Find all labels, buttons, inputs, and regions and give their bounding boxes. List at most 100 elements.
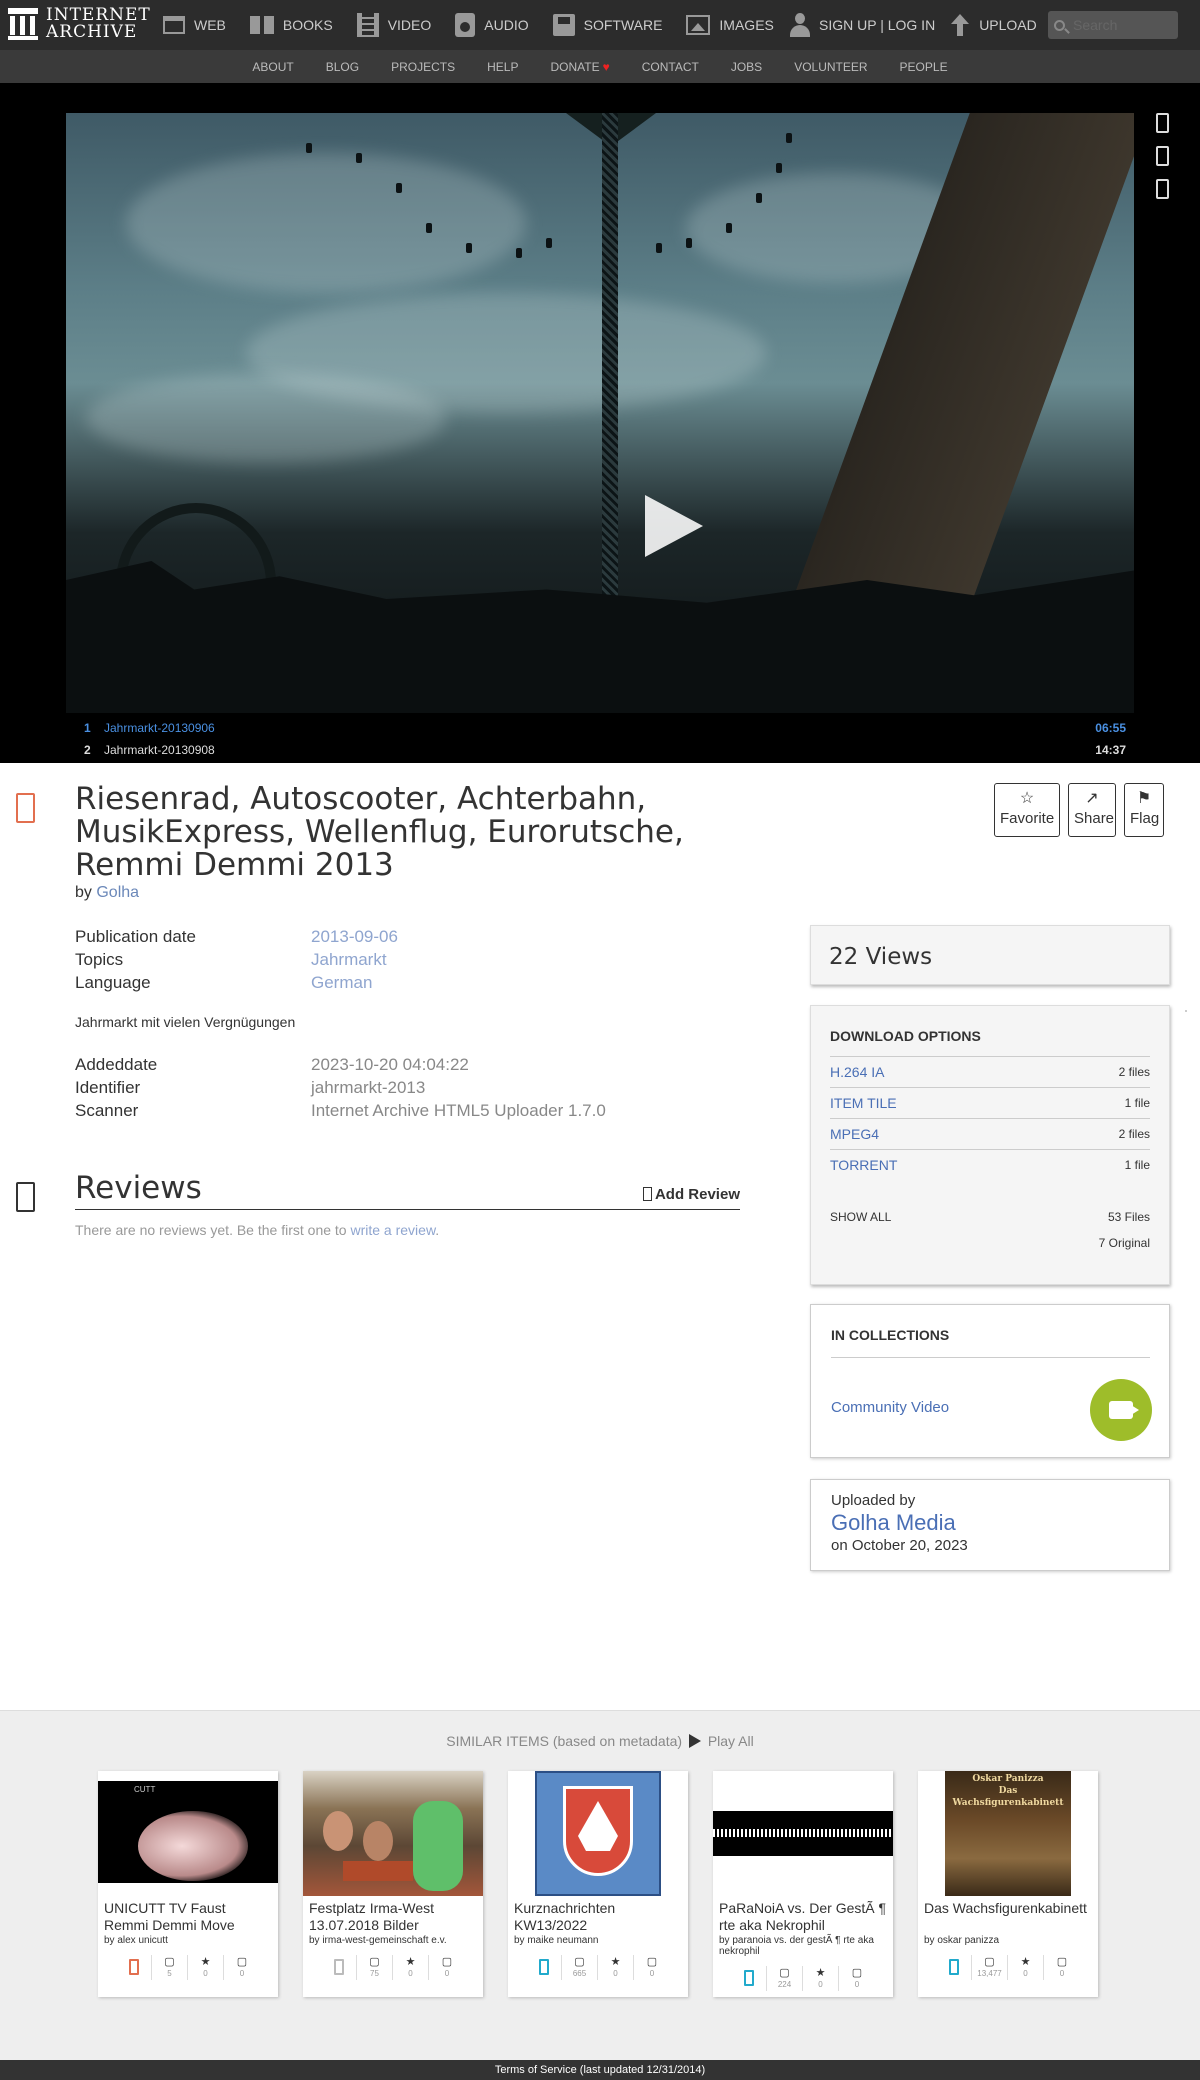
reviews-title: Reviews [75, 1170, 202, 1206]
download-row[interactable]: TORRENT 1 file [830, 1149, 1150, 1180]
download-format[interactable]: TORRENT [830, 1157, 897, 1173]
star-icon: ☆ [1019, 790, 1035, 807]
metadata-key: Topics [75, 950, 124, 969]
write-review-link[interactable]: write a review [350, 1222, 435, 1238]
heart-icon: ♥ [602, 59, 610, 74]
reviews-count: 0 [239, 1969, 245, 1978]
download-file-count: 1 file [1124, 1158, 1150, 1172]
views-count: 665 [572, 1969, 587, 1978]
uploaded-by-label: Uploaded by [831, 1492, 916, 1509]
search-icon[interactable] [1054, 19, 1065, 31]
similar-item-card[interactable]: CUTT UNICUTT TV Faust Remmi Demmi Move b… [98, 1771, 278, 1997]
playlist-item-number: 1 [84, 720, 91, 735]
publication-date-link[interactable]: 2013-09-06 [311, 925, 398, 948]
share-button[interactable]: ↗ Share [1068, 783, 1116, 837]
favorites-icon: ★ [405, 1956, 416, 1968]
search-input[interactable] [1073, 17, 1163, 33]
metadata-list: Publication date 2013-09-06 Topics Jahrmar… [75, 925, 755, 994]
subnav-contact[interactable]: CONTACT [642, 60, 699, 74]
favorites-icon: ★ [1020, 1956, 1031, 1968]
nav-web[interactable]: WEB [163, 16, 226, 34]
views-icon: ▢ [984, 1956, 995, 1968]
playlist-item-title: Jahrmarkt-20130908 [104, 743, 215, 757]
download-format[interactable]: MPEG4 [830, 1126, 879, 1142]
uploader-box: Uploaded by Golha Media on October 20, 2… [810, 1479, 1170, 1571]
upload-icon [951, 14, 970, 36]
audio-type-icon [948, 1959, 959, 1975]
nav-images-label: IMAGES [719, 17, 774, 33]
embed-icon[interactable] [1156, 113, 1169, 133]
language-link[interactable]: German [311, 971, 372, 994]
similar-item-card[interactable]: Festplatz Irma-West 13.07.2018 Bilder by… [303, 1771, 483, 1997]
similar-items-heading: SIMILAR ITEMS (based on metadata) Play A… [0, 1733, 1200, 1749]
video-frame[interactable] [66, 113, 1134, 713]
subnav-volunteer[interactable]: VOLUNTEER [794, 60, 867, 74]
flag-button[interactable]: ⚑ Flag [1124, 783, 1164, 837]
similar-item-card[interactable]: Kurznachrichten KW13/2022 by maike neuma… [508, 1771, 688, 1997]
nav-video[interactable]: VIDEO [356, 13, 432, 37]
flag-label: Flag [1130, 810, 1160, 827]
nav-books-label: BOOKS [282, 17, 333, 33]
upload-date: on October 20, 2023 [831, 1537, 968, 1554]
metadata-key: Identifier [75, 1078, 141, 1097]
topic-link[interactable]: Jahrmarkt [311, 948, 387, 971]
metadata-value: 2023-10-20 04:04:22 [311, 1055, 469, 1074]
share-arrow-icon: ↗ [1085, 790, 1099, 807]
subnav-about[interactable]: ABOUT [252, 60, 293, 74]
playlist-item[interactable]: 1 Jahrmarkt-20130906 06:55 [66, 716, 1134, 739]
by-label: by [75, 884, 92, 901]
subnav-blog[interactable]: BLOG [326, 60, 359, 74]
add-review-button[interactable]: Add Review [642, 1186, 740, 1203]
fullscreen-icon[interactable] [1156, 179, 1169, 199]
nav-books[interactable]: BOOKS [249, 16, 333, 34]
similar-items: SIMILAR ITEMS (based on metadata) Play A… [0, 1710, 1200, 2060]
download-row[interactable]: ITEM TILE 1 file [830, 1087, 1150, 1118]
metadata-row: Addeddate 2023-10-20 04:04:22 [75, 1053, 755, 1076]
nav-video-label: VIDEO [387, 17, 432, 33]
download-row[interactable]: MPEG4 2 files [830, 1118, 1150, 1149]
reviews-icon: ▢ [851, 1967, 863, 1979]
show-all-link[interactable]: SHOW ALL [830, 1210, 891, 1256]
search-box [1048, 11, 1178, 39]
logo-text-line2: ARCHIVE [46, 22, 138, 42]
nav-software[interactable]: SOFTWARE [552, 14, 662, 36]
download-row[interactable]: H.264 IA 2 files [830, 1056, 1150, 1087]
archive-building-icon [8, 8, 38, 40]
subnav-projects[interactable]: PROJECTS [391, 60, 455, 74]
play-all-link[interactable]: Play All [708, 1733, 754, 1749]
playlist-item[interactable]: 2 Jahrmarkt-20130908 14:37 [66, 739, 1134, 757]
nav-audio[interactable]: AUDIO [455, 13, 529, 37]
top-navigation: INTERNET ARCHIVE WEB BOOKS VIDEO AUDIO S… [0, 0, 1200, 50]
download-format[interactable]: ITEM TILE [830, 1095, 897, 1111]
terms-of-service-link[interactable]: Terms of Service (last updated 12/31/201… [495, 2064, 705, 2076]
uploader-link[interactable]: Golha Media [831, 1509, 1150, 1537]
nav-images[interactable]: IMAGES [686, 15, 774, 35]
views-count: 224 [777, 1980, 792, 1989]
similar-item-card[interactable]: PaRaNoiA vs. Der GestÃ ¶ rte aka Nekroph… [713, 1771, 893, 1997]
playlist: 1 Jahrmarkt-20130906 06:55 2 Jahrmarkt-2… [66, 716, 1134, 758]
metadata-row: Scanner Internet Archive HTML5 Uploader 1… [75, 1099, 755, 1122]
favorites-count: 0 [203, 1969, 208, 1978]
similar-item-card[interactable]: Oskar Panizza Das Wachsfigurenkabinett D… [918, 1771, 1098, 1997]
total-files: 53 Files [1107, 1210, 1150, 1224]
subnav-jobs[interactable]: JOBS [731, 60, 762, 74]
subnav-help[interactable]: HELP [487, 60, 518, 74]
play-button[interactable] [645, 495, 703, 557]
upload-link[interactable]: UPLOAD [979, 17, 1037, 33]
collection-badge[interactable] [1090, 1379, 1152, 1441]
collection-link[interactable]: Community Video [831, 1399, 949, 1416]
subnav-people[interactable]: PEOPLE [900, 60, 948, 74]
thumbnail-title: Das Wachsfigurenkabinett [952, 1786, 1064, 1808]
favorite-button[interactable]: ☆ Favorite [994, 783, 1060, 837]
share-label: Share [1074, 810, 1115, 827]
metadata-value: jahrmarkt-2013 [311, 1078, 426, 1097]
share-icon[interactable] [1156, 146, 1169, 166]
user-icon [790, 13, 810, 37]
play-icon[interactable] [688, 1734, 701, 1748]
reviews-icon: ▢ [236, 1956, 248, 1968]
creator-link[interactable]: Golha [96, 884, 139, 901]
download-format[interactable]: H.264 IA [830, 1064, 884, 1080]
internet-archive-logo[interactable]: INTERNET ARCHIVE [8, 7, 151, 41]
signup-login-link[interactable]: SIGN UP | LOG IN [819, 17, 935, 33]
subnav-donate[interactable]: DONATE ♥ [550, 60, 609, 74]
